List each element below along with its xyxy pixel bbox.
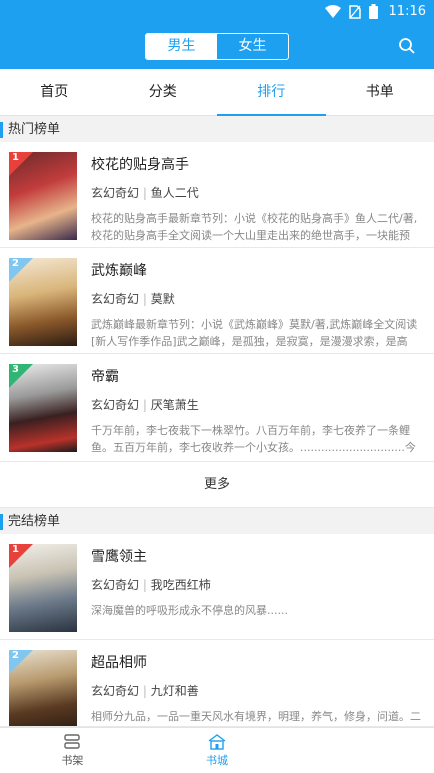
book-title: 校花的贴身高手 bbox=[91, 157, 189, 173]
nav-bookshelf[interactable]: 书架 bbox=[0, 728, 145, 773]
status-icons bbox=[325, 4, 378, 19]
book-meta: 玄幻奇幻 | 莫默 bbox=[91, 292, 175, 306]
bookstore-icon bbox=[208, 734, 226, 750]
book-genre: 玄幻奇幻 bbox=[91, 684, 140, 698]
book-author: 莫默 bbox=[150, 292, 175, 306]
status-bar: 11:16 bbox=[0, 0, 434, 24]
book-cover: 2 bbox=[9, 258, 77, 346]
rank-number: 1 bbox=[12, 544, 19, 555]
book-genre: 玄幻奇幻 bbox=[91, 578, 140, 592]
rank-number: 1 bbox=[12, 152, 19, 163]
book-description: 校花的贴身高手最新章节列：小说《校花的贴身高手》鱼人二代/著,校花的贴身高手全文… bbox=[91, 212, 418, 242]
gender-female-option[interactable]: 女生 bbox=[217, 34, 288, 59]
book-title: 武炼巅峰 bbox=[91, 263, 147, 279]
tab-home[interactable]: 首页 bbox=[0, 69, 109, 115]
book-title: 超品相师 bbox=[91, 655, 147, 671]
book-genre: 玄幻奇幻 bbox=[91, 398, 140, 412]
book-genre: 玄幻奇幻 bbox=[91, 292, 140, 306]
top-tabs: 首页 分类 排行 书单 bbox=[0, 69, 434, 116]
book-author: 厌笔萧生 bbox=[150, 398, 199, 412]
book-item[interactable]: 1 校花的贴身高手 玄幻奇幻 | 鱼人二代 校花的贴身高手最新章节列：小说《校花… bbox=[0, 142, 434, 248]
app-header: 男生 女生 bbox=[0, 24, 434, 69]
nav-bookstore[interactable]: 书城 bbox=[145, 728, 290, 773]
book-title: 帝霸 bbox=[91, 369, 119, 385]
book-description: 千万年前，李七夜栽下一株翠竹。八百万年前，李七夜养了一条鲤鱼。五百万年前，李七夜… bbox=[91, 424, 416, 454]
battery-icon bbox=[369, 4, 378, 19]
book-meta: 玄幻奇幻 | 我吃西红柿 bbox=[91, 578, 211, 592]
book-title: 雪鹰领主 bbox=[91, 549, 147, 565]
book-cover: 2 bbox=[9, 650, 77, 726]
book-item[interactable]: 1 雪鹰领主 玄幻奇幻 | 我吃西红柿 深海魔兽的呼吸形成永不停息的风暴....… bbox=[0, 534, 434, 640]
section-finished-title: 完结榜单 bbox=[0, 510, 434, 534]
book-meta: 玄幻奇幻 | 鱼人二代 bbox=[91, 186, 199, 200]
book-cover: 1 bbox=[9, 152, 77, 240]
tab-booklist[interactable]: 书单 bbox=[326, 69, 434, 115]
book-genre: 玄幻奇幻 bbox=[91, 186, 140, 200]
search-icon[interactable] bbox=[398, 37, 416, 55]
rank-number: 2 bbox=[12, 258, 19, 269]
book-author: 鱼人二代 bbox=[150, 186, 199, 200]
bookshelf-icon bbox=[64, 734, 81, 749]
rank-number: 2 bbox=[12, 650, 19, 661]
gender-toggle: 男生 女生 bbox=[145, 33, 289, 60]
tab-ranking[interactable]: 排行 bbox=[217, 69, 326, 116]
bottom-nav: 书架 书城 bbox=[0, 727, 434, 773]
book-item[interactable]: 3 帝霸 玄幻奇幻 | 厌笔萧生 千万年前，李七夜栽下一株翠竹。八百万年前，李七… bbox=[0, 354, 434, 462]
book-cover: 1 bbox=[9, 544, 77, 632]
tab-category[interactable]: 分类 bbox=[109, 69, 218, 115]
book-description: 深海魔兽的呼吸形成永不停息的风暴...... bbox=[91, 604, 288, 617]
nav-bookstore-label: 书城 bbox=[206, 754, 228, 767]
nav-bookshelf-label: 书架 bbox=[61, 754, 84, 767]
no-sim-icon bbox=[349, 4, 361, 19]
section-hot-title: 热门榜单 bbox=[0, 118, 434, 142]
more-button[interactable]: 更多 bbox=[0, 462, 434, 508]
book-cover: 3 bbox=[9, 364, 77, 452]
gender-male-option[interactable]: 男生 bbox=[146, 34, 217, 59]
clock: 11:16 bbox=[388, 4, 426, 19]
book-meta: 玄幻奇幻 | 九灯和善 bbox=[91, 684, 199, 698]
book-author: 九灯和善 bbox=[150, 684, 199, 698]
wifi-icon bbox=[325, 4, 341, 18]
book-description: 相师分九品，一品一重天风水有境界，明理，养气，修身，问道。二十一世纪的一位普通青… bbox=[91, 710, 421, 723]
rank-number: 3 bbox=[12, 364, 19, 375]
book-author: 我吃西红柿 bbox=[150, 578, 211, 592]
book-item[interactable]: 2 武炼巅峰 玄幻奇幻 | 莫默 武炼巅峰最新章节列：小说《武炼巅峰》莫默/著,… bbox=[0, 248, 434, 354]
book-meta: 玄幻奇幻 | 厌笔萧生 bbox=[91, 398, 199, 412]
book-item[interactable]: 2 超品相师 玄幻奇幻 | 九灯和善 相师分九品，一品一重天风水有境界，明理，养… bbox=[0, 640, 434, 727]
book-description: 武炼巅峰最新章节列：小说《武炼巅峰》莫默/著,武炼巅峰全文阅读[新人写作季作品]… bbox=[91, 318, 418, 348]
